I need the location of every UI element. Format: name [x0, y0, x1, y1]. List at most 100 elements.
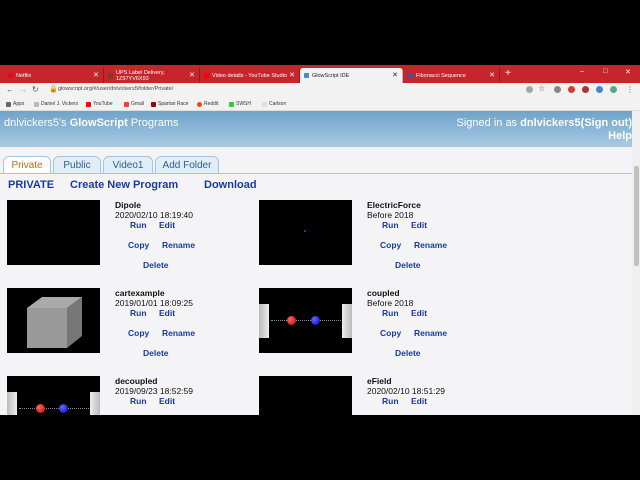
signout-link[interactable]: (Sign out) [581, 117, 632, 129]
tab-add-folder[interactable]: Add Folder [155, 156, 219, 174]
copy-link[interactable]: Copy [128, 328, 149, 338]
extension-icon[interactable] [554, 86, 561, 93]
tab-label: Fibonacci Sequence [416, 72, 466, 79]
spring [19, 408, 89, 411]
maximize-button[interactable]: □ [603, 68, 607, 75]
delete-link[interactable]: Delete [143, 260, 169, 270]
apps-icon [6, 101, 11, 107]
run-link[interactable]: Run [130, 308, 147, 318]
close-window-button[interactable]: ✕ [625, 68, 631, 76]
rename-link[interactable]: Rename [414, 240, 447, 250]
gmail-icon [124, 101, 129, 107]
wall-left [7, 392, 17, 415]
program-name[interactable]: Dipole [115, 200, 141, 210]
run-link[interactable]: Run [130, 220, 147, 230]
create-new-program-link[interactable]: Create New Program [70, 179, 178, 191]
copy-link[interactable]: Copy [380, 240, 401, 250]
scrollbar[interactable] [632, 111, 640, 415]
scrollbar-thumb[interactable] [634, 166, 639, 266]
bookmarks-bar: Apps Daniel J. Vickers YouTube Gmail Spa… [0, 98, 640, 111]
netflix-icon [8, 73, 13, 78]
avatar[interactable] [610, 86, 617, 93]
program-thumbnail-efield[interactable] [259, 376, 352, 415]
copy-link[interactable]: Copy [380, 328, 401, 338]
minimize-button[interactable]: – [580, 68, 584, 75]
rename-link[interactable]: Rename [162, 328, 195, 338]
bookmark-spartan[interactable]: Spartan Race [151, 101, 189, 107]
bookmark-swsh[interactable]: SWSH [229, 101, 251, 107]
signed-in-area: Signed in as dnlvickers5(Sign out) Help [457, 117, 632, 143]
help-link[interactable]: Help [608, 130, 632, 142]
copy-link[interactable]: Copy [128, 240, 149, 250]
menu-icon[interactable]: ⋮ [626, 85, 634, 94]
username-link[interactable]: dnlvickers5 [520, 117, 581, 129]
bookmark-label: Daniel J. Vickers [41, 101, 79, 107]
edit-link[interactable]: Edit [411, 396, 427, 406]
glowscript-link[interactable]: GlowScript [70, 117, 128, 129]
edit-link[interactable]: Edit [159, 396, 175, 406]
tab-video1[interactable]: Video1 [103, 156, 153, 174]
browser-tab-youtube-studio[interactable]: Video details - YouTube Studio ✕ [200, 68, 300, 83]
bookmark-reddit[interactable]: Reddit [197, 101, 218, 107]
back-icon[interactable]: ← [6, 85, 14, 94]
browser-tab-fibonacci[interactable]: Fibonacci Sequence ✕ [404, 68, 500, 83]
program-name[interactable]: cartexample [115, 288, 165, 298]
close-tab-icon[interactable]: ✕ [189, 71, 195, 79]
tab-private[interactable]: Private [3, 156, 51, 174]
new-tab-button[interactable]: + [505, 68, 511, 79]
program-name[interactable]: coupled [367, 288, 400, 298]
header-banner: dnlvickers5's GlowScript Programs Signed… [0, 111, 640, 147]
private-link[interactable]: PRIVATE [8, 179, 54, 191]
bookmark-label: Reddit [204, 101, 219, 107]
program-date: Before 2018 [367, 298, 414, 308]
bookmark-apps[interactable]: Apps [6, 101, 24, 107]
close-tab-icon[interactable]: ✕ [93, 71, 99, 79]
program-name[interactable]: decoupled [115, 376, 158, 386]
close-tab-icon[interactable]: ✕ [289, 71, 295, 79]
edit-link[interactable]: Edit [159, 220, 175, 230]
bookmark-youtube[interactable]: YouTube [86, 101, 113, 107]
forward-icon[interactable]: → [19, 85, 27, 94]
extension-icon[interactable] [568, 86, 575, 93]
run-link[interactable]: Run [382, 396, 399, 406]
edit-link[interactable]: Edit [159, 308, 175, 318]
search-icon[interactable] [526, 86, 533, 93]
download-link[interactable]: Download [204, 179, 257, 191]
program-thumbnail-electricforce[interactable] [259, 200, 352, 265]
extension-icon[interactable] [582, 86, 589, 93]
run-link[interactable]: Run [382, 220, 399, 230]
program-thumbnail-dipole[interactable] [7, 200, 100, 265]
delete-link[interactable]: Delete [395, 348, 421, 358]
bookmark-daniel[interactable]: Daniel J. Vickers [34, 101, 78, 107]
delete-link[interactable]: Delete [143, 348, 169, 358]
tab-public[interactable]: Public [53, 156, 101, 174]
program-name[interactable]: ElectricForce [367, 200, 421, 210]
delete-link[interactable]: Delete [395, 260, 421, 270]
glowscript-icon [304, 73, 309, 78]
browser-tab-glowscript[interactable]: GlowScript IDE ✕ [300, 68, 403, 83]
extension-icon[interactable] [596, 86, 603, 93]
run-link[interactable]: Run [382, 308, 399, 318]
program-thumbnail-decoupled[interactable] [7, 376, 100, 415]
bookmark-gmail[interactable]: Gmail [124, 101, 144, 107]
bookmark-carlson[interactable]: Carlson [262, 101, 286, 107]
tab-divider [0, 173, 632, 174]
particle-dot [304, 230, 306, 232]
address-bar[interactable]: 🔒 glowscript.org/#/user/dnlvickers5/fold… [46, 84, 546, 96]
reload-icon[interactable]: ↻ [32, 85, 39, 94]
program-thumbnail-cartexample[interactable] [7, 288, 100, 353]
edit-link[interactable]: Edit [411, 308, 427, 318]
browser-toolbar: ← → ↻ 🔒 glowscript.org/#/user/dnlvickers… [0, 83, 640, 98]
close-tab-icon[interactable]: ✕ [489, 71, 495, 79]
youtube-icon [86, 101, 91, 107]
run-link[interactable]: Run [130, 396, 147, 406]
browser-tab-ups[interactable]: UPS Label Delivery, 1Z97YV6X93 ✕ [104, 68, 200, 83]
star-icon[interactable]: ☆ [538, 84, 545, 93]
rename-link[interactable]: Rename [162, 240, 195, 250]
close-tab-icon[interactable]: ✕ [392, 71, 398, 79]
rename-link[interactable]: Rename [414, 328, 447, 338]
program-thumbnail-coupled[interactable] [259, 288, 352, 353]
browser-tab-netflix[interactable]: Netflix ✕ [4, 68, 104, 83]
program-name[interactable]: eField [367, 376, 392, 386]
edit-link[interactable]: Edit [411, 220, 427, 230]
